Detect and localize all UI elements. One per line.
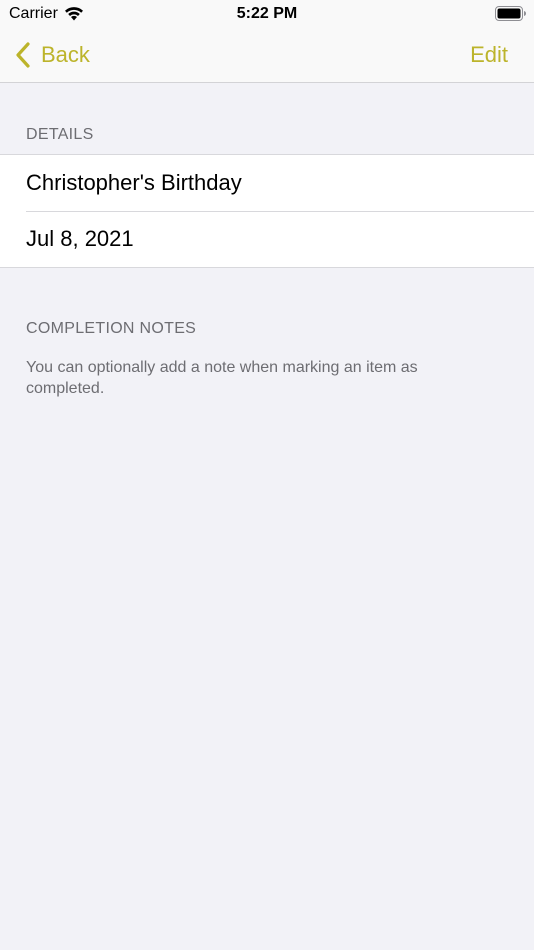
status-bar: Carrier 5:22 PM (0, 0, 534, 28)
details-group: Christopher's Birthday Jul 8, 2021 (0, 154, 534, 268)
date-value: Jul 8, 2021 (26, 226, 134, 251)
title-value: Christopher's Birthday (26, 170, 242, 195)
back-button[interactable]: Back (14, 40, 90, 70)
date-cell[interactable]: Jul 8, 2021 (0, 211, 534, 267)
title-cell[interactable]: Christopher's Birthday (0, 155, 534, 211)
completion-notes-footer: You can optionally add a note when marki… (26, 359, 418, 397)
details-section-header: DETAILS (26, 126, 94, 143)
battery-icon (495, 6, 526, 21)
navigation-bar: Back Edit (0, 28, 534, 83)
back-label: Back (41, 42, 90, 67)
edit-button[interactable]: Edit (470, 40, 508, 70)
clock: 5:22 PM (236, 5, 298, 22)
chevron-left-icon (16, 42, 30, 68)
completion-notes-section-header: COMPLETION NOTES (26, 320, 197, 337)
